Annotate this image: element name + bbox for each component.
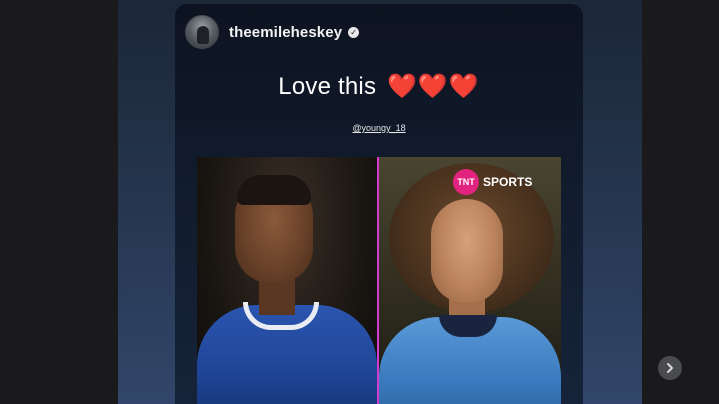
avatar[interactable]	[185, 15, 219, 49]
tnt-sports-text: SPORTS	[483, 175, 533, 189]
mention-text[interactable]: @youngy_18	[352, 123, 405, 133]
photo-left-player	[197, 157, 377, 404]
caption-text: Love this	[278, 73, 377, 100]
story-header: theemileheskey ✓	[185, 14, 565, 50]
tnt-badge: TNT	[453, 169, 479, 195]
caption-hearts: ❤️❤️❤️	[387, 73, 480, 100]
verified-badge-icon: ✓	[348, 26, 360, 38]
shared-image: TNT SPORTS	[197, 157, 561, 404]
chevron-right-icon	[665, 362, 675, 374]
tnt-sports-logo: TNT SPORTS	[453, 169, 532, 195]
right-player-head	[431, 199, 503, 303]
right-backdrop	[642, 0, 719, 404]
next-story-button[interactable]	[658, 356, 682, 380]
mention-sticker[interactable]: @youngy_18	[175, 118, 583, 136]
username[interactable]: theemileheskey	[229, 24, 342, 41]
story-caption: Love this ❤️❤️❤️	[175, 72, 583, 101]
story-card: theemileheskey ✓ Love this ❤️❤️❤️ @young…	[175, 4, 583, 404]
photo-right-player: TNT SPORTS	[379, 157, 561, 404]
left-player-hair	[237, 175, 311, 205]
left-backdrop	[0, 0, 118, 404]
